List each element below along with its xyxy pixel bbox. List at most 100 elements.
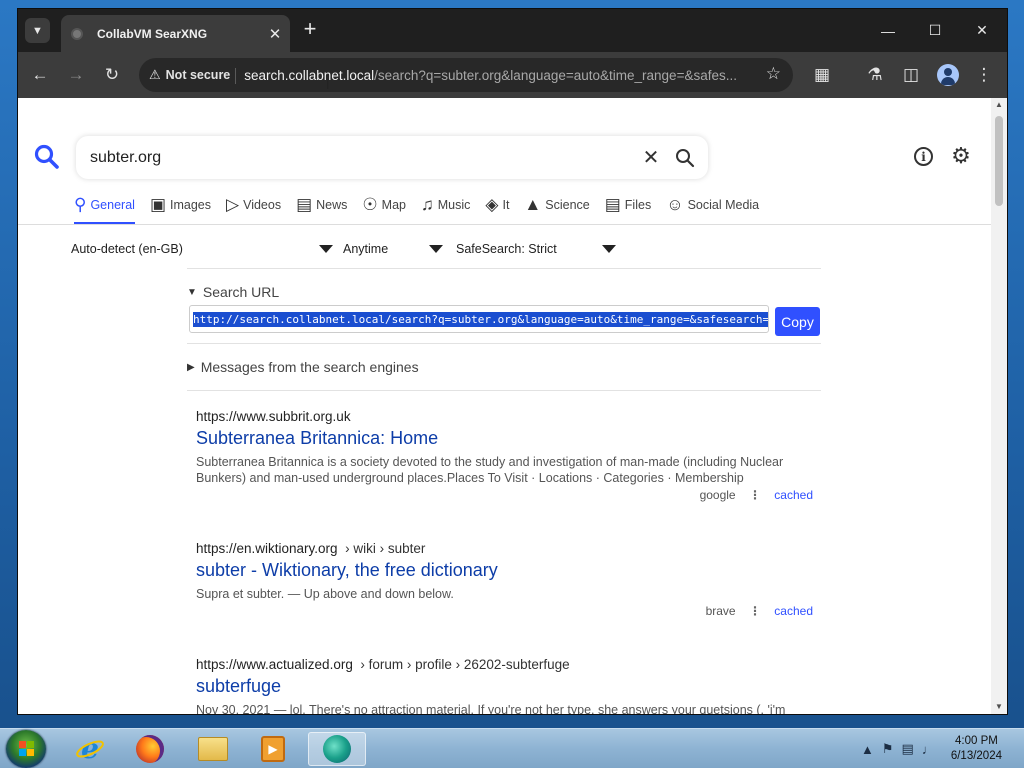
tab-general[interactable]: ⚲ General — [74, 188, 135, 224]
search-result: https://en.wiktionary.org › wiki › subte… — [196, 541, 821, 618]
tab-music[interactable]: ♫ Music — [421, 188, 470, 222]
triangle-down-icon: ▼ — [187, 286, 197, 298]
scroll-up-icon[interactable]: ▲ — [991, 98, 1007, 112]
action-center-flag-icon[interactable]: ⚑ — [882, 741, 894, 757]
extensions-puzzle-icon[interactable]: ▦ — [810, 63, 834, 87]
search-box[interactable]: subter.org ✕ — [76, 136, 708, 179]
browser-window: ▼ CollabVM SearXNG ✕ + — ☐ ✕ ← → ↻ ⚠ Not… — [18, 9, 1007, 714]
result-url[interactable]: https://www.subbrit.org.uk — [196, 409, 821, 424]
clear-search-icon[interactable]: ✕ — [636, 145, 666, 170]
close-window-button[interactable]: ✕ — [959, 9, 1005, 52]
security-chip[interactable]: Not secure — [166, 68, 236, 84]
time-range-select[interactable]: Anytime — [343, 242, 443, 256]
layers-icon: ◈ — [485, 195, 499, 214]
search-submit-icon[interactable] — [670, 143, 700, 173]
chevron-down-icon — [602, 245, 616, 253]
reload-button[interactable]: ↻ — [100, 63, 124, 87]
browser-taskbar-icon[interactable] — [308, 732, 366, 766]
address-bar[interactable]: ⚠ Not secure search.collabnet.local /sea… — [139, 58, 793, 92]
safesearch-select[interactable]: SafeSearch: Strict — [456, 242, 616, 256]
tab-files[interactable]: ▤ Files — [605, 188, 651, 222]
result-title-link[interactable]: Subterranea Britannica: Home — [196, 428, 821, 449]
start-button[interactable] — [6, 730, 46, 768]
result-snippet: Supra et subter. — Up above and down bel… — [196, 587, 454, 601]
system-tray: ▲ ⚑ ▤ ♩ 4:00 PM 6/13/2024 — [857, 729, 1024, 768]
chevron-down-icon — [429, 245, 443, 253]
favicon-icon — [71, 27, 83, 40]
tab-strip: ▼ CollabVM SearXNG ✕ + — ☐ ✕ — [18, 9, 1007, 52]
scroll-thumb[interactable] — [995, 116, 1003, 206]
minimize-button[interactable]: — — [865, 9, 911, 52]
searxng-page: subter.org ✕ i ⚙ ⚲ General ▣ Images ▷ Vi… — [18, 98, 991, 714]
engine-messages-toggle[interactable]: ▶ Messages from the search engines — [187, 359, 419, 375]
tab-news[interactable]: ▤ News — [296, 188, 347, 222]
newspaper-icon: ▤ — [296, 195, 313, 214]
result-snippet: Subterranea Britannica is a society devo… — [196, 455, 784, 485]
tab-images[interactable]: ▣ Images — [150, 188, 211, 222]
profile-avatar[interactable] — [937, 64, 959, 86]
internet-explorer-icon[interactable]: e — [63, 732, 117, 766]
tab-videos[interactable]: ▷ Videos — [226, 188, 281, 222]
back-button[interactable]: ← — [28, 63, 52, 87]
show-hidden-icons-icon[interactable]: ▲ — [861, 742, 874, 757]
warning-icon: ⚠ — [149, 67, 161, 82]
map-pin-icon: ☉ — [362, 195, 378, 214]
folder-icon: ▤ — [604, 195, 621, 214]
tab-active[interactable]: CollabVM SearXNG ✕ — [61, 15, 290, 52]
tab-search-button[interactable]: ▼ — [25, 18, 50, 43]
chevron-down-icon — [319, 245, 333, 253]
result-title-link[interactable]: subter - Wiktionary, the free dictionary — [196, 560, 821, 581]
windows-taskbar: e ▶ ▲ ⚑ ▤ ♩ 4:00 PM 6/13/2024 — [0, 728, 1024, 768]
divider — [187, 268, 821, 269]
divider — [187, 390, 821, 391]
search-result: https://www.subbrit.org.uk Subterranea B… — [196, 409, 821, 502]
gear-icon[interactable]: ⚙ — [950, 145, 972, 167]
searxng-logo-icon[interactable] — [34, 144, 60, 170]
forward-button[interactable]: → — [64, 63, 88, 87]
tab-close-icon[interactable]: ✕ — [264, 25, 286, 43]
clock[interactable]: 4:00 PM 6/13/2024 — [951, 734, 1002, 764]
copy-button[interactable]: Copy — [775, 307, 820, 336]
file-explorer-icon[interactable] — [186, 732, 240, 766]
graduation-cap-icon: ▲ — [524, 195, 542, 214]
page-scrollbar[interactable]: ▲ ▼ — [991, 98, 1007, 714]
url-host: search.collabnet.local — [244, 67, 375, 83]
search-result: https://www.actualized.org › forum › pro… — [196, 657, 821, 714]
result-engine: google — [699, 488, 736, 502]
windows-logo-icon — [19, 741, 35, 757]
language-select[interactable]: Auto-detect (en-GB) — [71, 242, 333, 256]
result-title-link[interactable]: subterfuge — [196, 676, 821, 697]
result-meta: brave ⋮ cached — [196, 604, 813, 618]
network-icon[interactable]: ▤ — [902, 741, 914, 757]
tab-it[interactable]: ◈ It — [485, 188, 509, 222]
image-icon: ▣ — [149, 195, 166, 214]
search-input[interactable]: subter.org — [90, 149, 636, 167]
result-url[interactable]: https://www.actualized.org › forum › pro… — [196, 657, 821, 672]
firefox-icon[interactable] — [123, 732, 177, 766]
side-panel-icon[interactable]: ◫ — [899, 63, 923, 87]
music-note-icon: ♫ — [420, 195, 434, 214]
labs-flask-icon[interactable]: ⚗ — [863, 63, 887, 87]
divider — [18, 224, 991, 225]
divider — [187, 343, 821, 344]
volume-muted-icon[interactable]: ♩ — [922, 742, 935, 757]
cached-link[interactable]: cached — [774, 604, 813, 618]
vertical-dots-icon: ⋮ — [748, 604, 761, 618]
new-tab-button[interactable]: + — [299, 18, 321, 41]
tab-social-media[interactable]: ☺ Social Media — [666, 188, 759, 222]
url-path: /search?q=subter.org&language=auto&time_… — [374, 67, 737, 83]
result-meta: google ⋮ cached — [196, 488, 813, 502]
result-url[interactable]: https://en.wiktionary.org › wiki › subte… — [196, 541, 821, 556]
tab-map[interactable]: ☉ Map — [362, 188, 406, 222]
cached-link[interactable]: cached — [774, 488, 813, 502]
bookmark-star-icon[interactable]: ☆ — [766, 64, 781, 84]
scroll-down-icon[interactable]: ▼ — [991, 700, 1007, 714]
info-icon[interactable]: i — [914, 147, 933, 166]
search-url-toggle[interactable]: ▼ Search URL — [187, 284, 279, 300]
media-player-icon[interactable]: ▶ — [246, 732, 300, 766]
maximize-button[interactable]: ☐ — [912, 9, 958, 52]
menu-kebab-icon[interactable]: ⋮ — [972, 63, 996, 87]
tab-science[interactable]: ▲ Science — [524, 188, 589, 222]
tab-title: CollabVM SearXNG — [97, 26, 208, 41]
search-url-field[interactable]: http://search.collabnet.local/search?q=s… — [189, 305, 769, 333]
